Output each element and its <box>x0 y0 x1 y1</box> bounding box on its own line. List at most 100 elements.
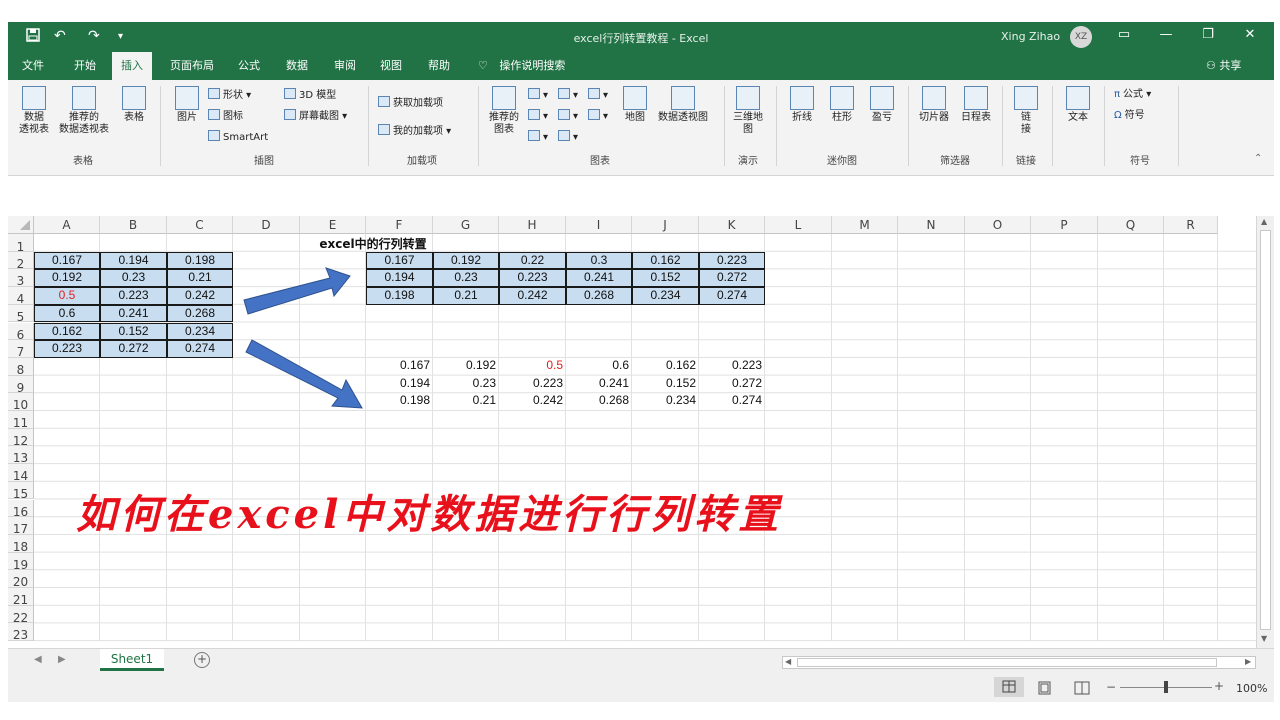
map-button[interactable]: 地图 <box>620 86 650 124</box>
source-cell[interactable]: 0.167 <box>34 251 100 270</box>
screenshot-button[interactable]: 屏幕截图 ▾ <box>284 109 347 124</box>
page-layout-view-icon[interactable] <box>1038 680 1052 699</box>
tab-data[interactable]: 数据 <box>282 52 312 80</box>
paste-transpose-cell[interactable]: 0.241 <box>566 376 632 394</box>
tell-me-search[interactable]: ♡ 操作说明搜索 <box>478 52 565 80</box>
source-cell[interactable]: 0.5 <box>34 287 100 305</box>
table-button[interactable]: 表格 <box>116 86 152 124</box>
close-icon[interactable]: ✕ <box>1240 27 1260 42</box>
source-cell[interactable]: 0.242 <box>167 287 233 305</box>
transposed-cell[interactable]: 0.21 <box>433 287 499 305</box>
transposed-cell[interactable]: 0.162 <box>632 251 699 270</box>
source-cell[interactable]: 0.162 <box>34 322 100 341</box>
transposed-cell[interactable]: 0.23 <box>433 269 499 288</box>
pivot-chart-button[interactable]: 数据透视图 <box>654 86 712 124</box>
next-sheet-icon[interactable]: ▶ <box>58 654 66 665</box>
normal-view-icon[interactable] <box>994 677 1024 697</box>
share-button[interactable]: ⚇ 共享 <box>1206 52 1241 80</box>
source-cell[interactable]: 0.272 <box>100 340 167 358</box>
heading-cell[interactable]: excel中的行列转置 <box>298 234 448 254</box>
scroll-thumb[interactable] <box>1260 230 1271 630</box>
scatter-chart-button[interactable]: ▾ <box>558 130 578 145</box>
source-cell[interactable]: 0.223 <box>34 340 100 358</box>
tab-review[interactable]: 审阅 <box>330 52 360 80</box>
bar-chart-button[interactable]: ▾ <box>558 88 578 103</box>
transposed-cell[interactable]: 0.152 <box>632 269 699 288</box>
transposed-cell[interactable]: 0.223 <box>499 269 566 288</box>
tab-formulas[interactable]: 公式 <box>234 52 264 80</box>
paste-transpose-cell[interactable]: 0.274 <box>699 393 765 411</box>
link-button[interactable]: 链 接 <box>1008 86 1044 136</box>
scroll-down-icon[interactable]: ▼ <box>1261 634 1267 643</box>
source-cell[interactable]: 0.192 <box>34 269 100 288</box>
text-button[interactable]: 文本 <box>1060 86 1096 124</box>
smartart-button[interactable]: SmartArt <box>208 130 268 145</box>
zoom-in-icon[interactable]: + <box>1214 679 1224 693</box>
recommended-pivot-button[interactable]: 推荐的 数据透视表 <box>56 86 112 136</box>
paste-transpose-cell[interactable]: 0.6 <box>566 358 632 376</box>
transposed-cell[interactable]: 0.268 <box>566 287 632 305</box>
paste-transpose-cell[interactable]: 0.152 <box>632 376 699 394</box>
pictures-button[interactable]: 图片 <box>170 86 204 124</box>
worksheet-grid[interactable]: ABCDEFGHIJKLMNOPQR 1 2 3 4 5 6 7 8 9 10 11 12 13 14 15… <box>8 216 1256 648</box>
transposed-cell[interactable]: 0.192 <box>433 251 499 270</box>
paste-transpose-cell[interactable]: 0.272 <box>699 376 765 394</box>
transposed-cell[interactable]: 0.272 <box>699 269 765 288</box>
source-cell[interactable]: 0.194 <box>100 251 167 270</box>
tab-help[interactable]: 帮助 <box>424 52 454 80</box>
paste-transpose-cell[interactable]: 0.23 <box>433 376 499 394</box>
sparkline-winloss-button[interactable]: 盈亏 <box>864 86 900 124</box>
transposed-cell[interactable]: 0.234 <box>632 287 699 305</box>
source-cell[interactable]: 0.198 <box>167 251 233 270</box>
source-cell[interactable]: 0.152 <box>100 322 167 341</box>
tab-home[interactable]: 开始 <box>70 52 100 80</box>
source-cell[interactable]: 0.268 <box>167 304 233 323</box>
symbol-button[interactable]: Ω 符号 <box>1114 109 1145 123</box>
sparkline-column-button[interactable]: 柱形 <box>824 86 860 124</box>
get-addins-button[interactable]: 获取加载项 <box>378 96 443 111</box>
hierarchy-chart-button[interactable]: ▾ <box>588 88 608 103</box>
restore-icon[interactable]: ❐ <box>1198 27 1218 42</box>
tab-file[interactable]: 文件 <box>18 52 48 80</box>
page-break-view-icon[interactable] <box>1074 680 1090 699</box>
collapse-ribbon-icon[interactable]: ⌃ <box>1254 152 1262 166</box>
pivot-table-button[interactable]: 数据 透视表 <box>14 86 54 136</box>
paste-transpose-cell[interactable]: 0.242 <box>499 393 566 411</box>
shapes-button[interactable]: 形状 ▾ <box>208 88 251 103</box>
source-cell[interactable]: 0.23 <box>100 269 167 288</box>
sheet-tab[interactable]: Sheet1 <box>100 649 164 671</box>
tab-page-layout[interactable]: 页面布局 <box>166 52 218 80</box>
source-cell[interactable]: 0.241 <box>100 304 167 323</box>
scroll-left-icon[interactable]: ◀ <box>785 657 791 666</box>
combo-chart-button[interactable]: ▾ <box>588 109 608 124</box>
ribbon-display-icon[interactable]: ▭ <box>1114 27 1134 42</box>
statistic-chart-button[interactable]: ▾ <box>558 109 578 124</box>
zoom-slider-thumb[interactable] <box>1164 681 1168 693</box>
transposed-cell[interactable]: 0.3 <box>566 251 632 270</box>
transposed-cell[interactable]: 0.241 <box>566 269 632 288</box>
paste-transpose-cell[interactable]: 0.192 <box>433 358 499 376</box>
tab-view[interactable]: 视图 <box>376 52 406 80</box>
zoom-level[interactable]: 100% <box>1236 682 1267 695</box>
paste-transpose-cell[interactable]: 0.223 <box>499 376 566 394</box>
paste-transpose-cell[interactable]: 0.5 <box>499 358 566 376</box>
line-chart-button[interactable]: ▾ <box>528 109 548 124</box>
zoom-out-icon[interactable]: − <box>1106 680 1116 694</box>
transposed-cell[interactable]: 0.274 <box>699 287 765 305</box>
source-cell[interactable]: 0.274 <box>167 340 233 358</box>
prev-sheet-icon[interactable]: ◀ <box>34 654 42 665</box>
paste-transpose-cell[interactable]: 0.162 <box>632 358 699 376</box>
avatar[interactable]: XZ <box>1070 26 1092 48</box>
timeline-button[interactable]: 日程表 <box>956 86 996 124</box>
3d-map-button[interactable]: 三维地 图 <box>728 86 768 136</box>
equation-button[interactable]: π 公式 ▾ <box>1114 88 1151 102</box>
user-name[interactable]: Xing Zihao <box>1001 30 1060 43</box>
vertical-scrollbar[interactable]: ▲ ▼ <box>1256 216 1274 648</box>
icons-button[interactable]: 图标 <box>208 109 243 124</box>
source-cell[interactable]: 0.223 <box>100 287 167 305</box>
paste-transpose-cell[interactable]: 0.268 <box>566 393 632 411</box>
tab-insert[interactable]: 插入 <box>112 52 152 80</box>
column-chart-button[interactable]: ▾ <box>528 88 548 103</box>
source-cell[interactable]: 0.21 <box>167 269 233 288</box>
paste-transpose-cell[interactable]: 0.223 <box>699 358 765 376</box>
